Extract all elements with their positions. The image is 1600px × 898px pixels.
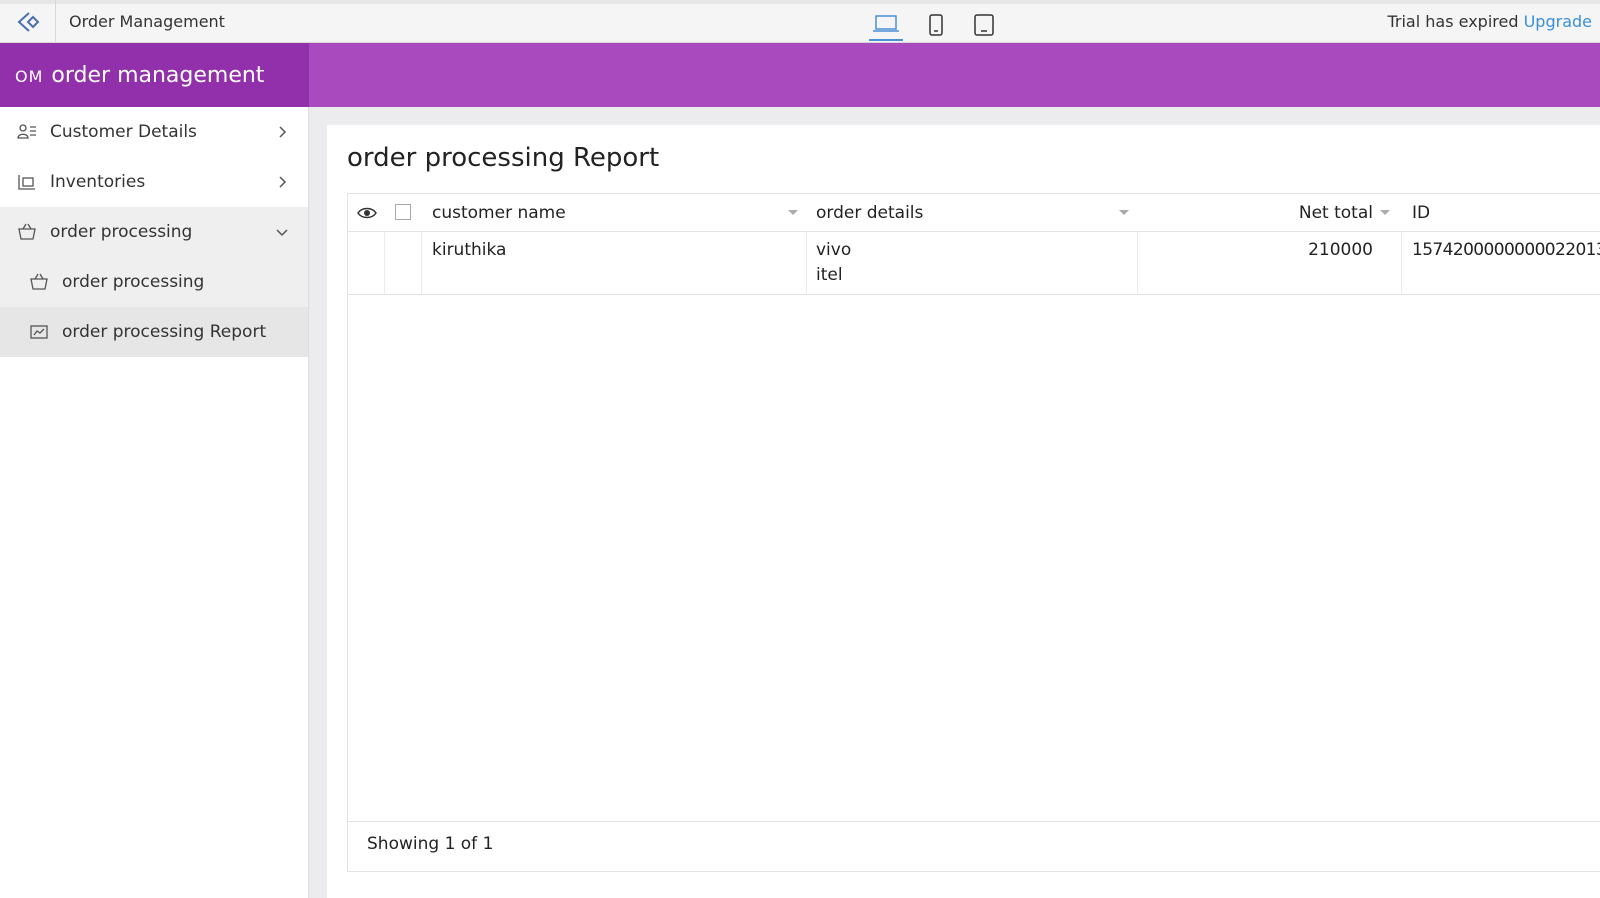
app-name: Order Management: [69, 12, 225, 31]
column-divider: [1401, 232, 1402, 294]
trial-status: Trial has expired Upgrade: [1387, 12, 1592, 31]
sort-caret-icon[interactable]: [1380, 210, 1390, 215]
tablet-icon: [974, 14, 994, 36]
sidebar-item-label: Customer Details: [50, 122, 197, 142]
brand-title: order management: [51, 62, 265, 88]
chevron-down-icon: [276, 229, 288, 237]
customer-list-icon: [16, 121, 38, 143]
phone-icon: [929, 14, 943, 36]
chevron-right-icon: [279, 126, 287, 138]
row-divider: [348, 294, 1600, 295]
pagination-status: Showing 1 of 1: [367, 834, 494, 854]
column-divider: [384, 232, 385, 294]
column-divider: [806, 232, 807, 294]
sidebar-item-order-processing[interactable]: order processing: [0, 207, 308, 257]
cell-id: 1574200000000022013: [1412, 240, 1600, 260]
sidebar-item-label: Inventories: [50, 172, 146, 192]
brand[interactable]: OM order management: [0, 43, 309, 107]
app-header: OM order management: [0, 43, 1600, 107]
top-bar: Order Management Trial has expired Upgra…: [0, 0, 1600, 43]
sidebar: Customer Details Inventories order proce…: [0, 107, 309, 898]
basket-icon: [16, 221, 38, 243]
grid-header: customer name order details Net total ID: [348, 194, 1600, 232]
select-all-checkbox[interactable]: [395, 204, 411, 220]
inventory-icon: [16, 171, 38, 193]
report-panel: order processing Report customer name or…: [327, 125, 1600, 898]
grid-footer: Showing 1 of 1: [348, 821, 1600, 871]
sidebar-subitem-order-processing-report[interactable]: order processing Report: [0, 307, 308, 357]
page-title: order processing Report: [347, 143, 660, 173]
upgrade-link[interactable]: Upgrade: [1524, 12, 1592, 31]
sidebar-item-customer-details[interactable]: Customer Details: [0, 107, 308, 157]
cell-order-details-line: vivo: [816, 240, 852, 260]
column-divider: [421, 232, 422, 294]
sidebar-item-inventories[interactable]: Inventories: [0, 157, 308, 207]
column-header-customer-name[interactable]: customer name: [432, 203, 566, 223]
cell-customer-name: kiruthika: [432, 240, 507, 260]
report-icon: [28, 321, 50, 343]
column-divider: [1137, 232, 1138, 294]
main-content: order processing Report customer name or…: [309, 107, 1600, 898]
cell-order-details-line: itel: [816, 265, 843, 285]
basket-icon: [28, 271, 50, 293]
sidebar-subitem-label: order processing: [62, 272, 205, 292]
sidebar-item-label: order processing: [50, 222, 193, 242]
column-header-net-total[interactable]: Net total: [1298, 203, 1373, 223]
app-switch-button[interactable]: [0, 0, 56, 43]
laptop-icon: [873, 15, 899, 32]
column-header-id[interactable]: ID: [1412, 203, 1430, 223]
column-header-order-details[interactable]: order details: [816, 203, 923, 223]
eye-icon[interactable]: [357, 205, 377, 221]
brand-abbr: OM: [15, 67, 44, 86]
report-grid: customer name order details Net total ID…: [347, 193, 1600, 872]
sidebar-subitem-order-processing[interactable]: order processing: [0, 257, 308, 307]
tablet-view-button[interactable]: [967, 9, 1001, 41]
back-diamond-icon: [17, 11, 39, 32]
laptop-view-button[interactable]: [869, 9, 903, 41]
trial-text: Trial has expired: [1387, 12, 1519, 31]
sidebar-subitem-label: order processing Report: [62, 322, 267, 342]
sort-caret-icon[interactable]: [788, 210, 798, 215]
cell-net-total: 210000: [1308, 240, 1373, 260]
chevron-right-icon: [279, 176, 287, 188]
phone-view-button[interactable]: [919, 9, 953, 41]
sort-caret-icon[interactable]: [1119, 210, 1129, 215]
